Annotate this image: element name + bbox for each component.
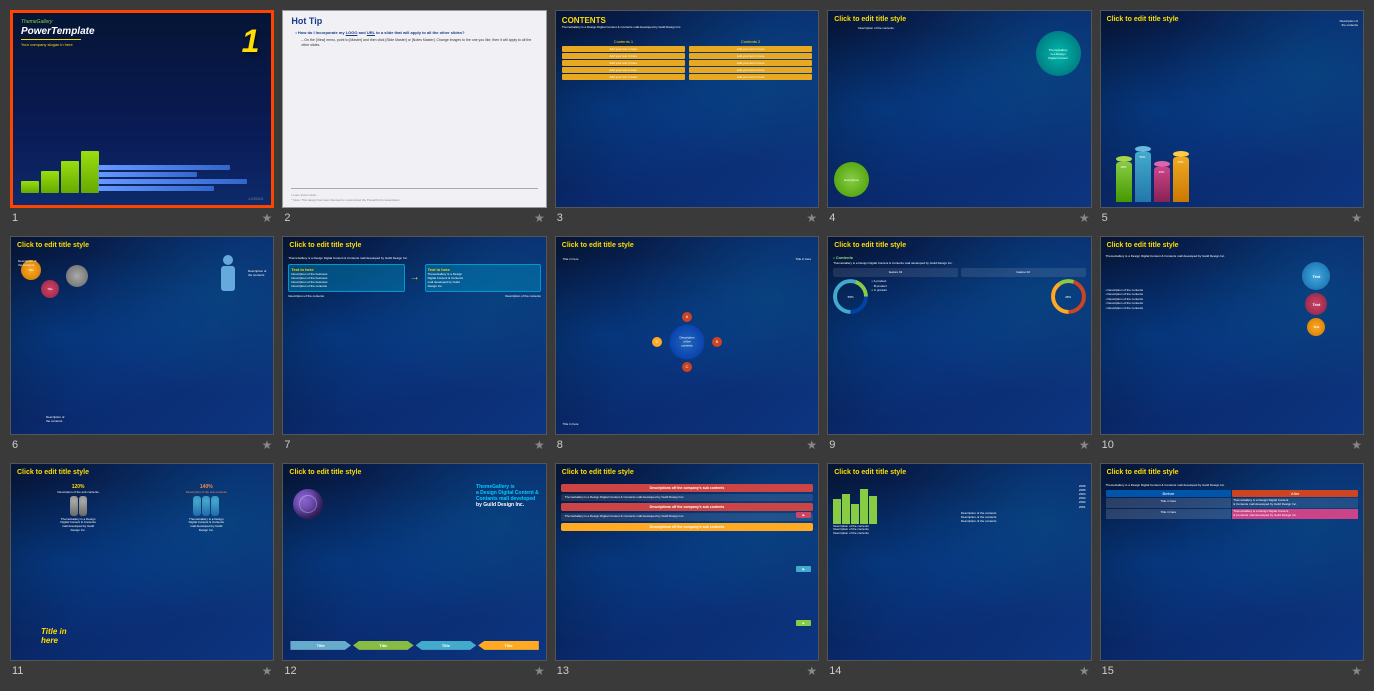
slide-grid: ThemeGallery PowerTemplate Your company …: [10, 10, 1364, 681]
slide-footer-12: 12 ★: [282, 661, 546, 681]
slide-item-8[interactable]: Click to edit title style Descriptionof …: [555, 236, 819, 454]
slide-number-11: 11: [12, 665, 23, 677]
slide-number-9: 9: [829, 439, 835, 451]
slide-thumb-6[interactable]: Click to edit title style Title Title: [10, 236, 274, 434]
slide-item-13[interactable]: Click to edit title style Descriptions o…: [555, 463, 819, 681]
slide-number-5: 5: [1102, 212, 1108, 224]
slide-footer-14: 14 ★: [827, 661, 1091, 681]
slide-footer-11: 11 ★: [10, 661, 274, 681]
slide-item-9[interactable]: Click to edit title style • Contents The…: [827, 236, 1091, 454]
slide-item-4[interactable]: Click to edit title style ThemeGalleryis…: [827, 10, 1091, 228]
slide-footer-5: 5 ★: [1100, 208, 1364, 228]
slide-star-12[interactable]: ★: [534, 664, 545, 678]
slide-thumb-14[interactable]: Click to edit title style Description of…: [827, 463, 1091, 661]
slide-thumb-7[interactable]: Click to edit title style ThemeGallery i…: [282, 236, 546, 434]
slide-star-5[interactable]: ★: [1351, 211, 1362, 225]
slide-item-7[interactable]: Click to edit title style ThemeGallery i…: [282, 236, 546, 454]
slide-number-1: 1: [12, 212, 18, 224]
slide-footer-3: 3 ★: [555, 208, 819, 228]
slide-thumb-8[interactable]: Click to edit title style Descriptionof …: [555, 236, 819, 434]
slide-thumb-11[interactable]: Click to edit title style 120% Descripti…: [10, 463, 274, 661]
slide-number-12: 12: [284, 665, 296, 677]
slide-item-14[interactable]: Click to edit title style Description of…: [827, 463, 1091, 681]
slide-thumb-2[interactable]: Hot Tip • How do I Incorporate my LOGO a…: [282, 10, 546, 208]
slide-item-5[interactable]: Click to edit title style 38% 50% 35% 4: [1100, 10, 1364, 228]
slide-item-10[interactable]: Click to edit title style ThemeGallery i…: [1100, 236, 1364, 454]
slide-thumb-15[interactable]: Click to edit title style ThemeGallery i…: [1100, 463, 1364, 661]
slide-number-10: 10: [1102, 439, 1114, 451]
slide-number-14: 14: [829, 665, 841, 677]
slide-star-8[interactable]: ★: [806, 438, 817, 452]
slide-star-2[interactable]: ★: [534, 211, 545, 225]
slide-item-15[interactable]: Click to edit title style ThemeGallery i…: [1100, 463, 1364, 681]
slide-footer-6: 6 ★: [10, 435, 274, 455]
slide-item-12[interactable]: Click to edit title style ThemeGallery i…: [282, 463, 546, 681]
slide-footer-7: 7 ★: [282, 435, 546, 455]
slide-number-15: 15: [1102, 665, 1114, 677]
slide-footer-2: 2 ★: [282, 208, 546, 228]
slide-item-6[interactable]: Click to edit title style Title Title: [10, 236, 274, 454]
slide-thumb-5[interactable]: Click to edit title style 38% 50% 35% 4: [1100, 10, 1364, 208]
slide-number-13: 13: [557, 665, 569, 677]
slide-thumb-4[interactable]: Click to edit title style ThemeGalleryis…: [827, 10, 1091, 208]
slide-number-2: 2: [284, 212, 290, 224]
slide-footer-15: 15 ★: [1100, 661, 1364, 681]
slide-thumb-13[interactable]: Click to edit title style Descriptions o…: [555, 463, 819, 661]
slide-thumb-1[interactable]: ThemeGallery PowerTemplate Your company …: [10, 10, 274, 208]
slide-footer-13: 13 ★: [555, 661, 819, 681]
slide-star-13[interactable]: ★: [806, 664, 817, 678]
slide-thumb-12[interactable]: Click to edit title style ThemeGallery i…: [282, 463, 546, 661]
slide-star-1[interactable]: ★: [262, 211, 273, 225]
slide-star-10[interactable]: ★: [1351, 438, 1362, 452]
slide-footer-9: 9 ★: [827, 435, 1091, 455]
slide-star-11[interactable]: ★: [262, 664, 273, 678]
slide-item-2[interactable]: Hot Tip • How do I Incorporate my LOGO a…: [282, 10, 546, 228]
slide-thumb-10[interactable]: Click to edit title style ThemeGallery i…: [1100, 236, 1364, 434]
slide-item-1[interactable]: ThemeGallery PowerTemplate Your company …: [10, 10, 274, 228]
slide-thumb-3[interactable]: CONTENTS ThemeGallery is a Design Digita…: [555, 10, 819, 208]
slide-number-4: 4: [829, 212, 835, 224]
slide-number-8: 8: [557, 439, 563, 451]
slide-item-3[interactable]: CONTENTS ThemeGallery is a Design Digita…: [555, 10, 819, 228]
slide-star-14[interactable]: ★: [1079, 664, 1090, 678]
slide-star-3[interactable]: ★: [806, 211, 817, 225]
slide-star-15[interactable]: ★: [1351, 664, 1362, 678]
slide-star-6[interactable]: ★: [262, 438, 273, 452]
slide-star-9[interactable]: ★: [1079, 438, 1090, 452]
slide-footer-1: 1 ★: [10, 208, 274, 228]
slide-item-11[interactable]: Click to edit title style 120% Descripti…: [10, 463, 274, 681]
slide-footer-8: 8 ★: [555, 435, 819, 455]
slide-number-6: 6: [12, 439, 18, 451]
slide-footer-10: 10 ★: [1100, 435, 1364, 455]
slide-number-3: 3: [557, 212, 563, 224]
slide-footer-4: 4 ★: [827, 208, 1091, 228]
slide-star-4[interactable]: ★: [1079, 211, 1090, 225]
slide-number-7: 7: [284, 439, 290, 451]
slide-thumb-9[interactable]: Click to edit title style • Contents The…: [827, 236, 1091, 434]
slide-star-7[interactable]: ★: [534, 438, 545, 452]
